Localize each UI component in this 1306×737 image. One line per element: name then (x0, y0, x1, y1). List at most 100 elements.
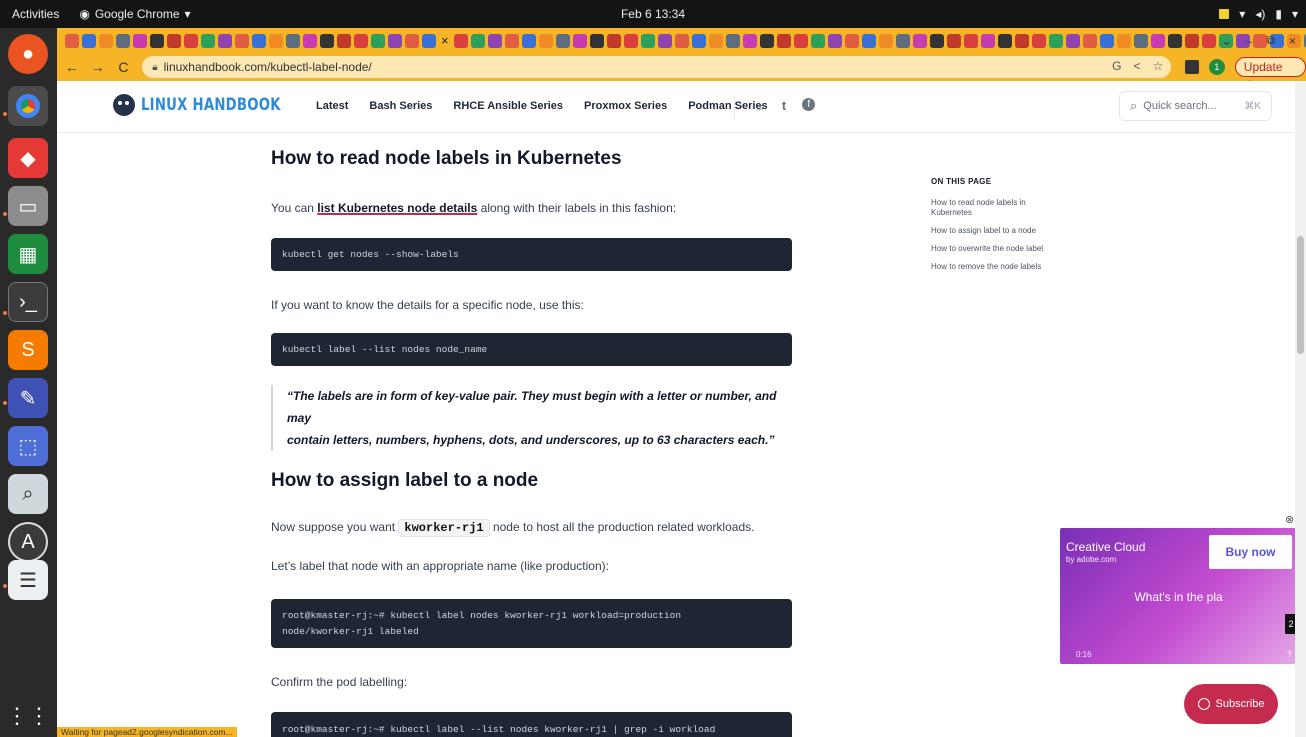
tab-favicon-icon[interactable] (98, 33, 113, 48)
tab-favicon-icon[interactable] (81, 33, 96, 48)
tab-favicon-icon[interactable] (1151, 33, 1166, 48)
bookmark-star-icon[interactable]: ☆ (1153, 59, 1164, 73)
page-scrollbar[interactable] (1295, 81, 1306, 737)
tab-favicon-icon[interactable] (488, 33, 503, 48)
tab-favicon-icon[interactable] (930, 33, 945, 48)
tab-favicon-icon[interactable] (539, 33, 554, 48)
tab-favicon-icon[interactable] (1083, 33, 1098, 48)
close-window-icon[interactable]: × (1289, 34, 1296, 48)
tab-favicon-icon[interactable] (336, 33, 351, 48)
nav-rhce-ansible-series[interactable]: RHCE Ansible Series (453, 100, 563, 112)
tab-favicon-icon[interactable] (166, 33, 181, 48)
code-block-show-labels[interactable]: kubectl get nodes --show-labels (271, 238, 792, 271)
tab-favicon-icon[interactable] (828, 33, 843, 48)
tab-favicon-icon[interactable] (471, 33, 486, 48)
tab-favicon-icon[interactable] (692, 33, 707, 48)
screenshot-icon[interactable]: ⬚ (8, 426, 48, 466)
ad-close-icon[interactable]: ⊗ (1285, 513, 1294, 526)
forward-button[interactable]: → (87, 59, 109, 75)
anydesk-icon[interactable]: ◆ (8, 138, 48, 178)
maximize-icon[interactable]: ⧉ (1266, 33, 1275, 48)
tab-favicon-icon[interactable] (998, 33, 1013, 48)
toc-item-read-labels[interactable]: How to read node labels in Kubernetes (931, 198, 1041, 218)
code-block-label-node[interactable]: root@kmaster-rj:~# kubectl label nodes k… (271, 599, 792, 648)
video-ad[interactable]: Creative Cloud by adobe.com Buy now What… (1060, 528, 1297, 664)
code-block-list-node[interactable]: kubectl label --list nodes node_name (271, 333, 792, 366)
activities-button[interactable]: Activities (0, 7, 71, 21)
tab-favicon-icon[interactable] (302, 33, 317, 48)
tab-favicon-icon[interactable] (658, 33, 673, 48)
tab-favicon-icon[interactable] (1100, 33, 1115, 48)
tab-favicon-icon[interactable] (845, 33, 860, 48)
tab-favicon-icon[interactable] (641, 33, 656, 48)
profile-avatar[interactable]: 1 (1209, 59, 1225, 75)
tab-favicon-icon[interactable] (777, 33, 792, 48)
tab-favicon-icon[interactable] (896, 33, 911, 48)
tab-favicon-icon[interactable] (675, 33, 690, 48)
code-block-confirm[interactable]: root@kmaster-rj:~# kubectl label --list … (271, 712, 792, 737)
software-center-icon[interactable]: A (8, 522, 48, 562)
tab-favicon-icon[interactable] (251, 33, 266, 48)
tab-favicon-icon[interactable] (370, 33, 385, 48)
nav-latest[interactable]: Latest (316, 100, 348, 112)
facebook-icon[interactable]: f (802, 98, 816, 111)
extension-icon[interactable] (1185, 60, 1200, 74)
tab-favicon-icon[interactable] (981, 33, 996, 48)
tab-close-icon[interactable]: × (441, 33, 449, 48)
tab-favicon-icon[interactable] (149, 33, 164, 48)
tab-favicon-icon[interactable] (1049, 33, 1064, 48)
scrollbar-thumb[interactable] (1297, 236, 1304, 354)
text-editor-icon[interactable]: ✎ (8, 378, 48, 418)
firefox-icon[interactable]: ● (8, 34, 48, 74)
list-node-details-link[interactable]: list Kubernetes node details (317, 201, 477, 215)
tab-favicon-icon[interactable] (1015, 33, 1030, 48)
chrome-icon[interactable] (8, 86, 48, 126)
tab-favicon-icon[interactable] (285, 33, 300, 48)
tab-favicon-icon[interactable] (573, 33, 588, 48)
tab-favicon-icon[interactable] (794, 33, 809, 48)
ad-info-icon[interactable]: ? (1287, 650, 1291, 659)
tab-favicon-icon[interactable] (862, 33, 877, 48)
update-button[interactable]: Update ⋮ (1234, 57, 1306, 92)
tab-favicon-icon[interactable] (217, 33, 232, 48)
tab-favicon-icon[interactable] (268, 33, 283, 48)
sublime-text-icon[interactable]: S (8, 330, 48, 370)
tab-favicon-icon[interactable] (64, 33, 79, 48)
address-bar[interactable]: 🔒︎ linuxhandbook.com/kubectl-label-node/… (142, 56, 1172, 78)
terminal-icon[interactable]: ›_ (8, 282, 48, 322)
tab-favicon-icon[interactable] (132, 33, 147, 48)
tab-favicon-icon[interactable] (760, 33, 775, 48)
toc-item-remove-labels[interactable]: How to remove the node labels (931, 262, 1081, 272)
share-icon[interactable]: < (1133, 59, 1140, 73)
image-viewer-icon[interactable]: ⌕ (8, 474, 48, 514)
toc-item-assign-label[interactable]: How to assign label to a node (931, 226, 1081, 236)
tab-favicon-icon[interactable] (387, 33, 402, 48)
twitter-icon[interactable]: t (782, 98, 786, 113)
tab-favicon-icon[interactable] (353, 33, 368, 48)
tab-favicon-icon[interactable] (183, 33, 198, 48)
nav-bash-series[interactable]: Bash Series (369, 100, 432, 112)
clock[interactable]: Feb 6 13:34 (621, 7, 685, 21)
tab-favicon-icon[interactable] (1134, 33, 1149, 48)
tab-favicon-icon[interactable] (811, 33, 826, 48)
tab-favicon-icon[interactable] (743, 33, 758, 48)
tab-favicon-icon[interactable] (319, 33, 334, 48)
app-menu[interactable]: ◉ Google Chrome ▾ (71, 7, 198, 21)
tab-favicon-icon[interactable] (1032, 33, 1047, 48)
google-lens-icon[interactable]: G (1112, 59, 1121, 73)
tab-favicon-icon[interactable] (624, 33, 639, 48)
subscribe-button[interactable]: Subscribe (1184, 684, 1278, 724)
tab-favicon-icon[interactable] (505, 33, 520, 48)
tab-favicon-icon[interactable] (421, 33, 436, 48)
toc-item-overwrite-label[interactable]: How to overwrite the node label (931, 244, 1081, 254)
tab-favicon-icon[interactable] (1117, 33, 1132, 48)
show-applications-icon[interactable]: ⋮⋮ (6, 696, 50, 736)
tab-favicon-icon[interactable] (590, 33, 605, 48)
tab-favicon-icon[interactable] (234, 33, 249, 48)
tab-search-icon[interactable]: ⌄ (1222, 34, 1232, 48)
document-viewer-icon[interactable]: ☰ (8, 560, 48, 600)
tab-favicon-icon[interactable] (454, 33, 469, 48)
ad-buy-now-button[interactable]: Buy now (1209, 535, 1292, 569)
tab-favicon-icon[interactable] (1202, 33, 1217, 48)
back-button[interactable]: ← (61, 59, 83, 75)
